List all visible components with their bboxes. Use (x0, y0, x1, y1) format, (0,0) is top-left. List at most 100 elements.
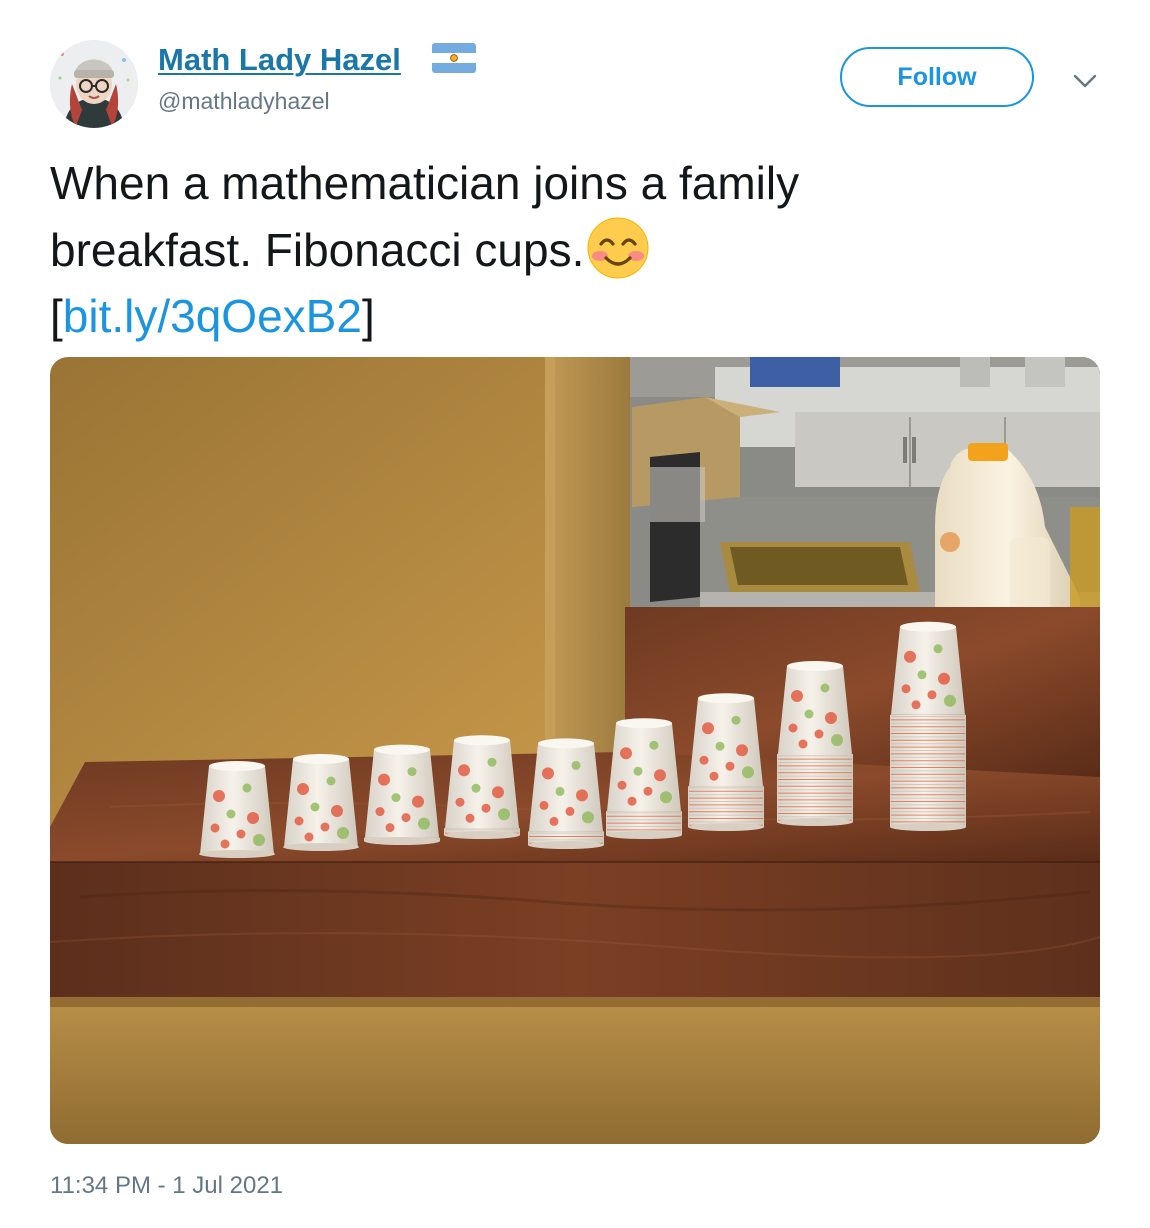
cup-flower (911, 700, 921, 710)
cup-flower (471, 783, 481, 793)
cup-flower (944, 694, 956, 707)
cup-flower (304, 832, 314, 842)
tweet-link[interactable]: bit.ly/3qOexB2 (63, 290, 362, 342)
cup-stack-1 (199, 761, 275, 858)
cup-flower (253, 834, 265, 846)
cup-flower (582, 811, 594, 824)
cup-flower (498, 808, 510, 821)
cup-flower (375, 807, 385, 817)
cup-flower (742, 766, 754, 779)
cup-flower (571, 760, 581, 770)
link-close-bracket: ] (361, 290, 375, 342)
cup-flower (654, 769, 666, 782)
cup-flower (412, 795, 424, 808)
cup-flower (831, 734, 843, 746)
cup-base (698, 693, 754, 704)
cup-flower (294, 816, 304, 826)
cup-flower (226, 809, 236, 819)
cup-flower (337, 827, 349, 839)
cup-flower (492, 786, 504, 799)
tweet-text-line-1: When a mathematician joins a family (50, 157, 800, 209)
author-handle[interactable]: @mathladyhazel (158, 87, 330, 115)
tweet-timestamp[interactable]: 11:34 PM - 1 Jul 2021 (50, 1170, 283, 1202)
cup-flower (565, 806, 575, 816)
cup-flower (814, 729, 824, 739)
cup-rim (777, 818, 853, 826)
cup-flower (378, 773, 390, 786)
cup-flower (649, 740, 659, 750)
cup-rim (199, 850, 275, 858)
tweet-card: Math Lady Hazel @mathladyhazel Follow Wh… (0, 0, 1150, 1228)
cup-flower (791, 690, 803, 702)
lower-wall (50, 997, 1100, 1144)
cup-flower (643, 786, 653, 796)
cup-flower (715, 741, 725, 751)
cup-flower (933, 644, 943, 654)
cup-base (454, 735, 510, 746)
cup-flower (487, 757, 497, 767)
cup-flower (798, 739, 808, 749)
cup-flower (213, 790, 225, 802)
cup-rim (606, 831, 682, 839)
cup-flower (455, 797, 465, 807)
cup-flower (458, 764, 470, 777)
cup-flower (539, 800, 549, 810)
author-display-name[interactable]: Math Lady Hazel (158, 40, 401, 80)
cup-stack-rims (777, 754, 853, 822)
cup-flower (917, 670, 927, 680)
cup-flower (904, 650, 916, 663)
cup-flower (699, 755, 709, 765)
photo-of-stacked-paper-cups (50, 357, 1100, 1144)
cup-flower (725, 761, 735, 771)
chevron-down-icon[interactable] (1068, 66, 1102, 96)
smiling-face-with-smiling-eyes-icon (586, 216, 650, 280)
cup-flower (242, 783, 252, 793)
wall-pillar (545, 357, 630, 777)
cup-base (538, 738, 594, 749)
cup-flower (702, 722, 714, 735)
cup-stack-rims (688, 786, 764, 827)
cup-base (209, 761, 265, 771)
cup-rim (444, 831, 520, 839)
cup-rim (890, 823, 966, 831)
cup-rim (283, 843, 359, 851)
cup-flower (620, 747, 632, 760)
cup-rim (364, 837, 440, 845)
cup-flower (549, 816, 559, 826)
cup-flower (901, 684, 911, 694)
tweet-text-line-2-text: breakfast. Fibonacci cups. (50, 224, 585, 276)
cup-flower (804, 709, 814, 719)
cup-rim (688, 823, 764, 831)
cup-flower (825, 712, 837, 724)
cup-flower (617, 780, 627, 790)
argentina-flag-icon (432, 43, 476, 73)
cup-flower (709, 771, 719, 781)
cup-stack-6 (606, 718, 682, 839)
cup-stack-2 (283, 754, 359, 851)
cup-stack-5 (528, 738, 604, 849)
tweet-media-photo[interactable] (50, 357, 1100, 1144)
cup-flower (542, 767, 554, 780)
cup-flower (331, 805, 343, 817)
avatar[interactable] (50, 40, 138, 128)
cup-flower (391, 793, 401, 803)
cup-flower (576, 789, 588, 802)
cup-flower (385, 823, 395, 833)
cup-stack-9 (890, 621, 966, 831)
link-open-bracket: [ (50, 290, 63, 342)
cup-flower (465, 813, 475, 823)
cup-flower (220, 839, 230, 849)
cup-flower (731, 715, 741, 725)
cup-flower (210, 823, 220, 833)
cup-flower (660, 791, 672, 804)
cup-flower (401, 813, 411, 823)
tweet-text: When a mathematician joins a family brea… (50, 150, 1050, 349)
cup-flower (927, 690, 937, 700)
cup-flower (481, 803, 491, 813)
cup-stack-3 (364, 744, 440, 845)
cup-rim (528, 841, 604, 849)
follow-button[interactable]: Follow (840, 47, 1034, 107)
cup-stack-7 (688, 693, 764, 831)
cup-flower (788, 723, 798, 733)
cup-flower (297, 783, 309, 795)
